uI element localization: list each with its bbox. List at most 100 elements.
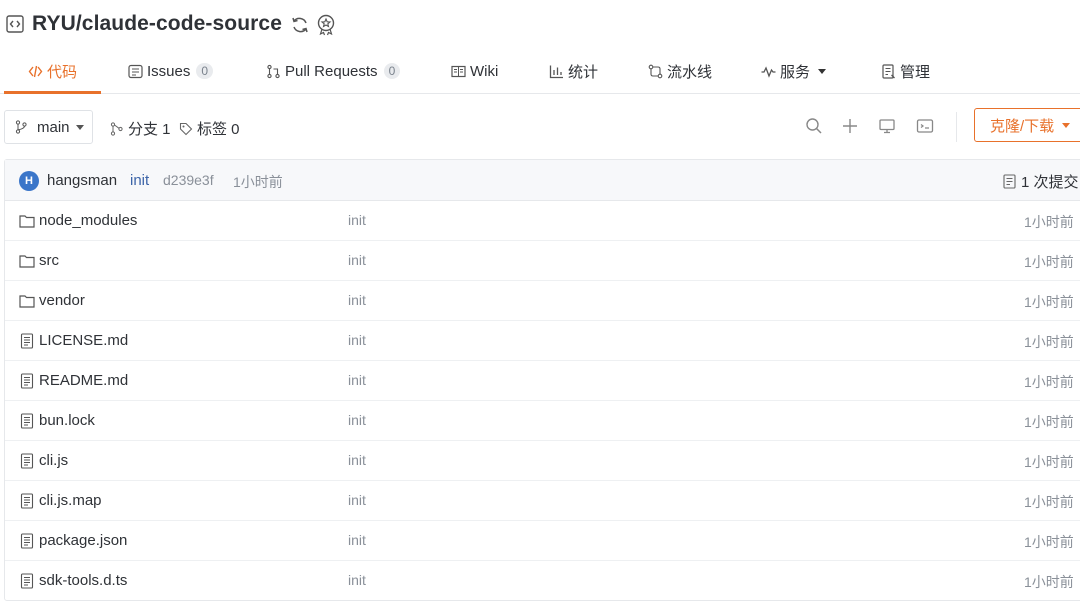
tags-link[interactable]: 标签 0	[179, 118, 240, 139]
file-commit-time: 1小时前	[1024, 574, 1074, 590]
tab-manage[interactable]: 管理	[881, 50, 930, 92]
file-commit-time: 1小时前	[1024, 494, 1074, 510]
issues-icon	[128, 64, 143, 78]
file-name[interactable]: LICENSE.md	[39, 332, 128, 349]
table-row[interactable]: node_modules init 1小时前	[5, 201, 1080, 241]
commit-hash[interactable]: d239e3f	[163, 172, 214, 188]
file-name[interactable]: README.md	[39, 372, 128, 389]
repo-toolbar: main 分支 1 标签 0 克隆/下载	[0, 108, 1080, 146]
tags-label: 标签 0	[197, 121, 240, 138]
branches-label: 分支 1	[128, 121, 171, 138]
table-row[interactable]: LICENSE.md init 1小时前	[5, 321, 1080, 361]
file-icon	[20, 373, 34, 389]
service-icon	[761, 65, 776, 78]
tab-issues[interactable]: Issues 0	[128, 50, 214, 92]
pipeline-icon	[648, 64, 663, 78]
file-commit-message[interactable]: init	[348, 212, 366, 228]
file-commit-time: 1小时前	[1024, 214, 1074, 230]
tab-label: 服务	[780, 63, 811, 81]
branches-link[interactable]: 分支 1	[110, 118, 171, 139]
branch-selector[interactable]: main	[4, 110, 93, 144]
file-commit-message[interactable]: init	[348, 292, 366, 308]
file-icon	[20, 453, 34, 469]
file-name[interactable]: src	[39, 252, 59, 269]
folder-icon	[19, 295, 35, 308]
table-row[interactable]: cli.js init 1小时前	[5, 441, 1080, 481]
table-row[interactable]: package.json init 1小时前	[5, 521, 1080, 561]
sync-icon[interactable]	[290, 15, 310, 35]
file-commit-message[interactable]: init	[348, 452, 366, 468]
search-icon[interactable]	[805, 117, 823, 135]
commit-message[interactable]: init	[130, 172, 149, 189]
table-row[interactable]: cli.js.map init 1小时前	[5, 481, 1080, 521]
chevron-down-icon	[1062, 122, 1071, 128]
recommend-badge-icon	[317, 14, 335, 36]
chevron-down-icon	[818, 68, 827, 74]
commit-author[interactable]: hangsman	[47, 172, 117, 189]
chevron-down-icon	[75, 124, 84, 130]
tab-code[interactable]: 代码	[3, 50, 102, 94]
issues-count-badge: 0	[196, 63, 214, 79]
repo-code-icon	[6, 15, 24, 33]
file-name[interactable]: sdk-tools.d.ts	[39, 572, 127, 589]
file-name[interactable]: vendor	[39, 292, 85, 309]
branch-name: main	[37, 118, 70, 136]
table-row[interactable]: README.md init 1小时前	[5, 361, 1080, 401]
tab-label: Issues	[147, 62, 191, 80]
tab-service[interactable]: 服务	[761, 50, 827, 92]
tab-label: 管理	[900, 63, 931, 81]
file-commit-message[interactable]: init	[348, 572, 366, 588]
file-commit-time: 1小时前	[1024, 414, 1074, 430]
commits-icon	[1003, 174, 1016, 189]
clone-download-button[interactable]: 克隆/下载	[974, 108, 1080, 142]
tab-label: 流水线	[667, 63, 713, 81]
repo-tabs: 代码 Issues 0 Pull Requests 0 Wiki 统计 流水线 …	[0, 50, 1080, 94]
file-commit-message[interactable]: init	[348, 412, 366, 428]
tab-stats[interactable]: 统计	[549, 50, 598, 92]
file-commit-message[interactable]: init	[348, 532, 366, 548]
web-ide-icon[interactable]	[916, 117, 934, 135]
commit-count-label: 1 次提交	[1021, 174, 1079, 191]
file-commit-message[interactable]: init	[348, 332, 366, 348]
tab-label: Wiki	[470, 62, 499, 80]
file-commit-time: 1小时前	[1024, 454, 1074, 470]
pull-requests-count-badge: 0	[383, 63, 401, 79]
commit-count-link[interactable]: 1 次提交	[1003, 171, 1079, 192]
file-name[interactable]: package.json	[39, 532, 127, 549]
repo-title[interactable]: RYU/claude-code-source	[32, 12, 282, 36]
file-commit-message[interactable]: init	[348, 492, 366, 508]
file-commit-time: 1小时前	[1024, 534, 1074, 550]
branch-icon	[110, 121, 123, 136]
manage-icon	[882, 63, 895, 79]
commit-time: 1小时前	[233, 174, 283, 190]
file-list-panel: H hangsman init d239e3f 1小时前 1 次提交 node_…	[4, 159, 1080, 601]
table-row[interactable]: bun.lock init 1小时前	[5, 401, 1080, 441]
table-row[interactable]: sdk-tools.d.ts init 1小时前	[5, 561, 1080, 601]
tab-pull-requests[interactable]: Pull Requests 0	[266, 50, 401, 92]
tab-label: 统计	[568, 63, 599, 81]
latest-commit-bar: H hangsman init d239e3f 1小时前 1 次提交	[5, 160, 1080, 201]
plus-icon[interactable]	[841, 117, 859, 135]
file-name[interactable]: cli.js	[39, 452, 68, 469]
file-name[interactable]: bun.lock	[39, 412, 95, 429]
avatar[interactable]: H	[19, 171, 39, 191]
file-commit-message[interactable]: init	[348, 252, 366, 268]
tab-label: 代码	[47, 63, 78, 81]
file-name[interactable]: node_modules	[39, 212, 137, 229]
tab-pipeline[interactable]: 流水线	[648, 50, 712, 92]
file-commit-message[interactable]: init	[348, 372, 366, 388]
file-name[interactable]: cli.js.map	[39, 492, 102, 509]
branch-icon	[15, 120, 27, 134]
tab-wiki[interactable]: Wiki	[451, 50, 498, 92]
pull-request-icon	[267, 64, 280, 78]
table-row[interactable]: vendor init 1小时前	[5, 281, 1080, 321]
repo-header: RYU/claude-code-source	[0, 0, 1080, 50]
tab-label: Pull Requests	[285, 62, 378, 80]
file-icon	[20, 573, 34, 589]
folder-icon	[19, 215, 35, 228]
file-commit-time: 1小时前	[1024, 294, 1074, 310]
file-commit-time: 1小时前	[1024, 334, 1074, 350]
monitor-icon[interactable]	[878, 117, 896, 135]
table-row[interactable]: src init 1小时前	[5, 241, 1080, 281]
clone-label: 克隆/下载	[990, 117, 1055, 135]
